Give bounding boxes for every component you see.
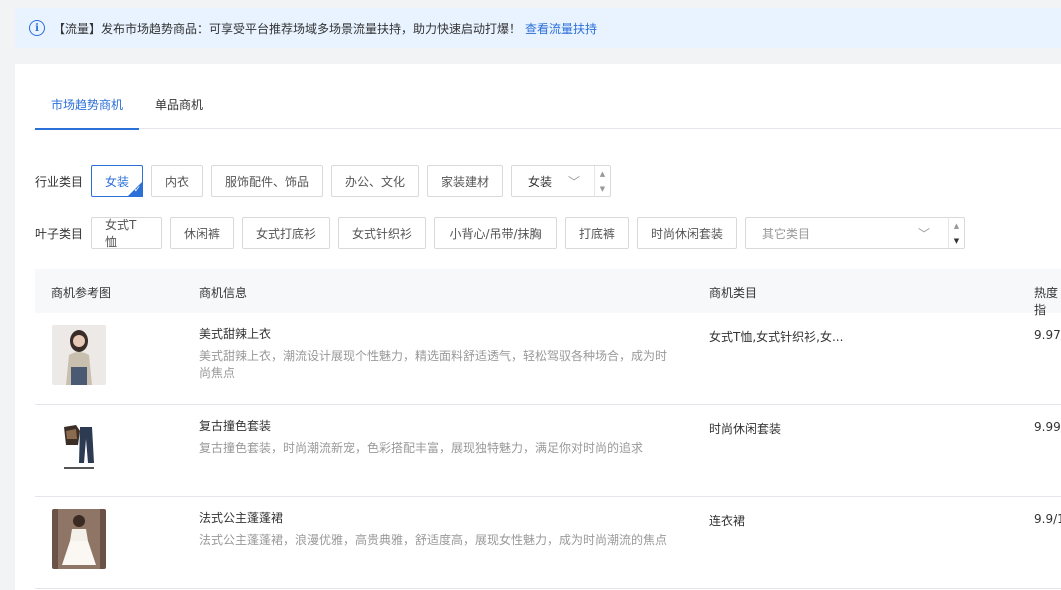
leaf-chip-casual-pants[interactable]: 休闲裤 [170,217,234,249]
product-desc: 复古撞色套装，时尚潮流新宠，色彩搭配丰富，展现独特魅力，满足你对时尚的追求 [199,441,644,455]
page: i 【流量】发布市场趋势商品：可享受平台推荐场域多场景流量扶持，助力快速启动打爆… [0,0,1061,590]
tab-bar: 市场趋势商机 单品商机 [35,90,1061,130]
other-category-placeholder: 其它类目 [762,226,811,241]
industry-select[interactable]: 女装 ﹀ ▲ ▼ [511,165,611,197]
caret-down-icon[interactable]: ▼ [949,233,964,248]
table-row[interactable]: 美式甜辣上衣 美式甜辣上衣，潮流设计展现个性魅力，精选面料舒适透气，轻松驾驭各种… [35,313,1061,405]
caret-up-icon[interactable]: ▲ [595,166,610,181]
notice-text: 【流量】发布市场趋势商品：可享受平台推荐场域多场景流量扶持，助力快速启动打爆！ [53,21,522,36]
caret-up-icon[interactable]: ▲ [949,218,964,233]
notice-banner: i 【流量】发布市场趋势商品：可享受平台推荐场域多场景流量扶持，助力快速启动打爆… [15,8,1061,48]
stepper[interactable]: ▲ ▼ [948,218,964,248]
chevron-down-icon: ﹀ [917,226,930,241]
traffic-support-link[interactable]: 查看流量扶持 [525,20,597,37]
leaf-chip-knit[interactable]: 女式针织衫 [338,217,426,249]
industry-chip-women[interactable]: 女装 ✓ [91,165,143,197]
leaf-chip-tshirt[interactable]: 女式T恤 [91,217,162,249]
check-icon: ✓ [133,185,141,195]
leaf-filter-row: 叶子类目 女式T恤 休闲裤 女式打底衫 女式针织衫 小背心/吊带/抹胸 打底裤 … [35,217,965,249]
leaf-chip-leggings[interactable]: 打底裤 [565,217,629,249]
product-category: 女式T恤,女式针织衫,女... [709,330,844,344]
product-desc: 美式甜辣上衣，潮流设计展现个性魅力，精选面料舒适透气，轻松驾驭各种场合，成为时尚… [199,349,668,380]
product-category: 时尚休闲套装 [709,422,782,436]
industry-filter-row: 行业类目 女装 ✓ 内衣 服饰配件、饰品 办公、文化 家装建材 女装 ﹀ ▲ ▼ [35,165,611,197]
product-desc: 法式公主蓬蓬裙，浪漫优雅，高贵典雅，舒适度高，展现女性魅力，成为时尚潮流的焦点 [199,533,668,547]
product-info: 复古撞色套装 复古撞色套装，时尚潮流新宠，色彩搭配丰富，展现独特魅力，满足你对时… [199,417,669,457]
opportunity-table: 商机参考图 商机信息 商机类目 热度指 美式甜辣上衣 美式甜辣上衣，潮流设计展现… [35,269,1061,589]
product-image[interactable] [52,509,106,569]
caret-down-icon[interactable]: ▼ [595,181,610,196]
industry-chip-office[interactable]: 办公、文化 [331,165,419,197]
table-row[interactable]: 复古撞色套装 复古撞色套装，时尚潮流新宠，色彩搭配丰富，展现独特魅力，满足你对时… [35,405,1061,497]
tab-single-product[interactable]: 单品商机 [139,90,219,129]
header-category: 商机类目 [709,286,758,300]
product-image[interactable] [52,417,106,477]
product-title[interactable]: 法式公主蓬蓬裙 [199,509,669,526]
industry-filter-label: 行业类目 [35,174,84,189]
industry-chip-accessories[interactable]: 服饰配件、饰品 [211,165,323,197]
product-info: 美式甜辣上衣 美式甜辣上衣，潮流设计展现个性魅力，精选面料舒适透气，轻松驾驭各种… [199,325,669,382]
leaf-chip-base-shirt[interactable]: 女式打底衫 [242,217,330,249]
other-category-select[interactable]: 其它类目 ﹀ ▲ ▼ [745,217,965,249]
industry-chip-underwear[interactable]: 内衣 [151,165,203,197]
industry-chip-home[interactable]: 家装建材 [427,165,503,197]
product-info: 法式公主蓬蓬裙 法式公主蓬蓬裙，浪漫优雅，高贵典雅，舒适度高，展现女性魅力，成为… [199,509,669,549]
header-info: 商机信息 [199,286,248,300]
product-category: 连衣裙 [709,514,746,528]
product-heat: 9.9/1 [1034,512,1061,526]
product-heat: 9.97/ [1034,328,1061,342]
product-heat: 9.99/ [1034,420,1061,434]
leaf-chip-casual-suit[interactable]: 时尚休闲套装 [637,217,737,249]
info-icon: i [29,20,45,36]
table-row[interactable]: 法式公主蓬蓬裙 法式公主蓬蓬裙，浪漫优雅，高贵典雅，舒适度高，展现女性魅力，成为… [35,497,1061,589]
leaf-chip-camisole[interactable]: 小背心/吊带/抹胸 [434,217,557,249]
main-card: 市场趋势商机 单品商机 行业类目 女装 ✓ 内衣 服饰配件、饰品 办公、文化 家… [15,64,1061,590]
header-ref-image: 商机参考图 [51,286,112,300]
product-title[interactable]: 复古撞色套装 [199,417,669,434]
product-image[interactable] [52,325,106,385]
leaf-filter-label: 叶子类目 [35,226,84,241]
industry-select-value: 女装 [528,174,553,189]
tab-market-trend[interactable]: 市场趋势商机 [35,90,140,130]
product-title[interactable]: 美式甜辣上衣 [199,325,669,342]
table-header: 商机参考图 商机信息 商机类目 热度指 [35,269,1061,317]
chevron-down-icon: ﹀ [567,174,580,189]
stepper[interactable]: ▲ ▼ [594,166,610,196]
